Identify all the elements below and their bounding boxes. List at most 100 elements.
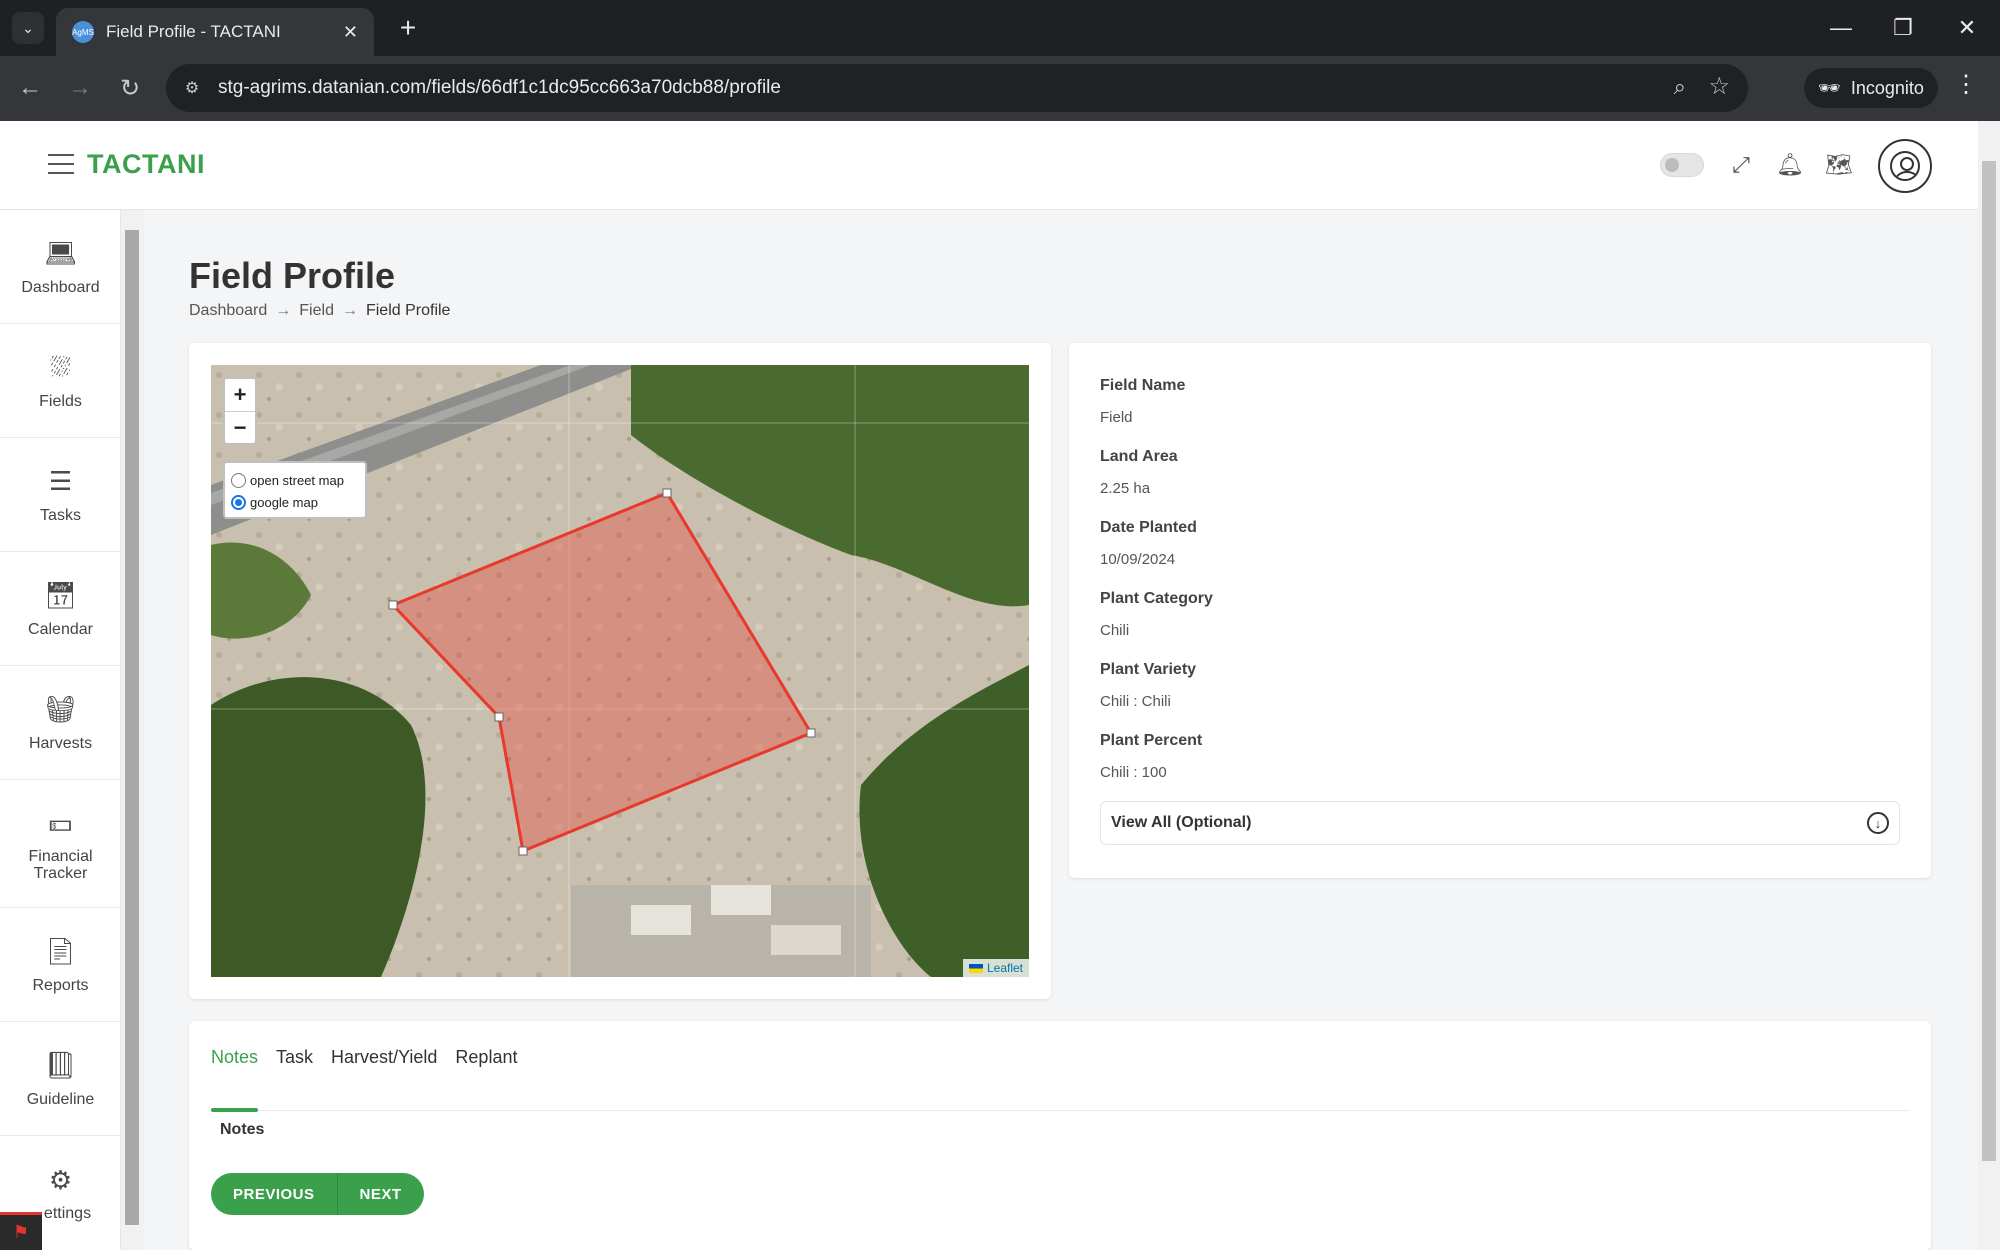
plant-variety-row: Plant Variety Chili : Chili xyxy=(1100,661,1196,710)
plant-category-label: Plant Category xyxy=(1100,590,1213,607)
sidebar-item-dashboard[interactable]: 💻︎ Dashboard xyxy=(0,210,121,324)
sidebar-scrollbar[interactable] xyxy=(121,210,144,1250)
tab-close-icon[interactable]: ✕ xyxy=(343,22,358,43)
restore-icon[interactable]: ❐ xyxy=(1880,10,1926,46)
view-all-label: View All (Optional) xyxy=(1111,814,1252,831)
sidebar-scrollbar-thumb[interactable] xyxy=(125,230,139,1225)
next-button[interactable]: NEXT xyxy=(337,1173,424,1215)
basket-icon: 🧺︎ xyxy=(43,694,77,724)
incognito-label: Incognito xyxy=(1850,77,1924,98)
plant-percent-row: Plant Percent Chili : 100 xyxy=(1100,732,1202,781)
arrow-down-circle-icon[interactable]: ↓ xyxy=(1867,812,1889,834)
plant-category-value: Chili xyxy=(1100,622,1130,639)
reload-icon[interactable]: ↻ xyxy=(112,70,148,106)
browser-menu-icon[interactable]: ⋮ xyxy=(1954,70,1978,99)
sidebar-item-harvests[interactable]: 🧺︎ Harvests xyxy=(0,666,121,780)
sidebar-item-label: Tasks xyxy=(40,506,81,524)
sidebar-item-financial-tracker[interactable]: 💵︎ Financial Tracker xyxy=(0,780,121,908)
tab-search-chevron-icon[interactable]: ⌄ xyxy=(12,12,44,44)
sidebar-item-calendar[interactable]: 📅︎ Calendar xyxy=(0,552,121,666)
previous-button[interactable]: PREVIOUS xyxy=(211,1173,338,1215)
bookmark-star-icon[interactable]: ☆ xyxy=(1708,72,1730,101)
page-title: Field Profile xyxy=(189,255,396,296)
sidebar-item-reports[interactable]: 📄︎ Reports xyxy=(0,908,121,1022)
polygon-vertex-handle[interactable] xyxy=(662,488,672,498)
forward-icon[interactable]: → xyxy=(62,70,98,106)
polygon-vertex-handle[interactable] xyxy=(518,846,528,856)
layer-option-google[interactable]: google map xyxy=(231,491,359,513)
breadcrumb-current: Field Profile xyxy=(365,302,451,319)
fullscreen-icon[interactable]: ⤢ xyxy=(1727,151,1755,179)
tab-notes[interactable]: Notes xyxy=(211,1045,259,1112)
site-info-icon[interactable]: ⚙ xyxy=(180,76,204,100)
activity-tabs-card: Notes Task Harvest/Yield Replant Notes P… xyxy=(189,1021,1931,1250)
layer-label: google map xyxy=(250,494,318,510)
plant-variety-label: Plant Variety xyxy=(1100,661,1197,678)
brand-logo[interactable]: TACTANI xyxy=(87,149,205,180)
view-all-accordion[interactable]: View All (Optional) ↓ xyxy=(1100,801,1900,845)
tasks-icon: ☰ xyxy=(48,466,73,496)
tab-task[interactable]: Task xyxy=(276,1045,313,1111)
notes-heading: Notes xyxy=(220,1121,265,1138)
page-scrollbar-thumb[interactable] xyxy=(1982,161,1996,1161)
field-info-card: Field Name Field Land Area 2.25 ha Date … xyxy=(1069,343,1931,878)
tab-bar: Notes Task Harvest/Yield Replant xyxy=(211,1045,1909,1112)
report-icon: 📄︎ xyxy=(43,936,77,966)
layer-switcher: open street map google map xyxy=(223,461,367,519)
zoom-icon[interactable]: ⌕ xyxy=(1674,74,1686,100)
layer-radio[interactable] xyxy=(231,472,246,488)
sidebar-item-label: Harvests xyxy=(28,734,93,752)
satellite-imagery xyxy=(211,365,1029,977)
zoom-out-button[interactable]: − xyxy=(225,411,255,443)
field-name-label: Field Name xyxy=(1100,377,1186,394)
attribution-label[interactable]: Leaflet xyxy=(987,961,1023,975)
tab-title: Field Profile - TACTANI xyxy=(106,22,281,41)
theme-toggle[interactable] xyxy=(1660,153,1704,177)
layer-label: open street map xyxy=(250,472,344,488)
land-area-row: Land Area 2.25 ha xyxy=(1100,448,1178,497)
calendar-icon: 📅︎ xyxy=(43,580,77,610)
close-window-icon[interactable]: ✕ xyxy=(1944,10,1990,46)
field-map[interactable]: + − open street map google map Leaflet xyxy=(211,365,1029,977)
sidebar-item-label: Guideline xyxy=(26,1090,95,1108)
browser-tab[interactable]: AgMS Field Profile - TACTANI ✕ xyxy=(56,8,374,56)
laptop-icon: 💻︎ xyxy=(43,238,77,268)
field-name-value: Field xyxy=(1100,409,1133,426)
polygon-vertex-handle[interactable] xyxy=(806,728,816,738)
sidebar-item-guideline[interactable]: 📕︎ Guideline xyxy=(0,1022,121,1136)
new-tab-icon[interactable]: + xyxy=(392,12,424,44)
incognito-button[interactable]: 🕶 Incognito xyxy=(1804,68,1938,108)
zoom-in-button[interactable]: + xyxy=(225,379,255,411)
layer-option-osm[interactable]: open street map xyxy=(231,469,359,491)
sidebar-item-tasks[interactable]: ☰ Tasks xyxy=(0,438,121,552)
hamburger-menu-icon[interactable] xyxy=(48,154,74,174)
date-planted-row: Date Planted 10/09/2024 xyxy=(1100,519,1197,568)
layer-radio[interactable] xyxy=(231,494,246,510)
address-bar[interactable]: ⚙ stg-agrims.datanian.com/fields/66df1c1… xyxy=(166,64,1748,112)
polygon-vertex-handle[interactable] xyxy=(494,712,504,722)
building-roof xyxy=(631,905,691,935)
land-area-label: Land Area xyxy=(1100,448,1178,465)
tab-harvest-yield[interactable]: Harvest/Yield xyxy=(331,1045,437,1111)
tab-replant[interactable]: Replant xyxy=(455,1045,517,1111)
sidebar-item-fields[interactable]: ⛆ Fields xyxy=(0,324,121,438)
date-planted-label: Date Planted xyxy=(1100,519,1197,536)
polygon-vertex-handle[interactable] xyxy=(388,600,398,610)
debug-badge-icon[interactable]: ⚑ xyxy=(0,1212,42,1250)
user-avatar[interactable] xyxy=(1878,139,1932,193)
sidebar: 💻︎ Dashboard ⛆ Fields ☰ Tasks 📅︎ Calenda… xyxy=(0,210,121,1250)
plant-percent-value: Chili : 100 xyxy=(1100,764,1167,781)
minimize-icon[interactable]: — xyxy=(1818,10,1864,46)
land-area-value: 2.25 ha xyxy=(1100,480,1151,497)
sidebar-item-label: Reports xyxy=(32,976,89,994)
map-attribution[interactable]: Leaflet xyxy=(962,959,1029,977)
breadcrumb-field[interactable]: Field xyxy=(299,302,334,320)
zoom-control: + − xyxy=(223,377,257,445)
page-scrollbar[interactable] xyxy=(1978,121,2000,1250)
breadcrumb-dashboard[interactable]: Dashboard xyxy=(189,302,267,320)
back-icon[interactable]: ← xyxy=(12,70,48,106)
book-icon: 📕︎ xyxy=(43,1050,77,1080)
app-header: TACTANI ⤢ 🔔︎ 🗺︎ xyxy=(0,121,1978,210)
bell-icon[interactable]: 🔔︎ xyxy=(1776,151,1804,179)
map-icon[interactable]: 🗺︎ xyxy=(1825,151,1853,179)
